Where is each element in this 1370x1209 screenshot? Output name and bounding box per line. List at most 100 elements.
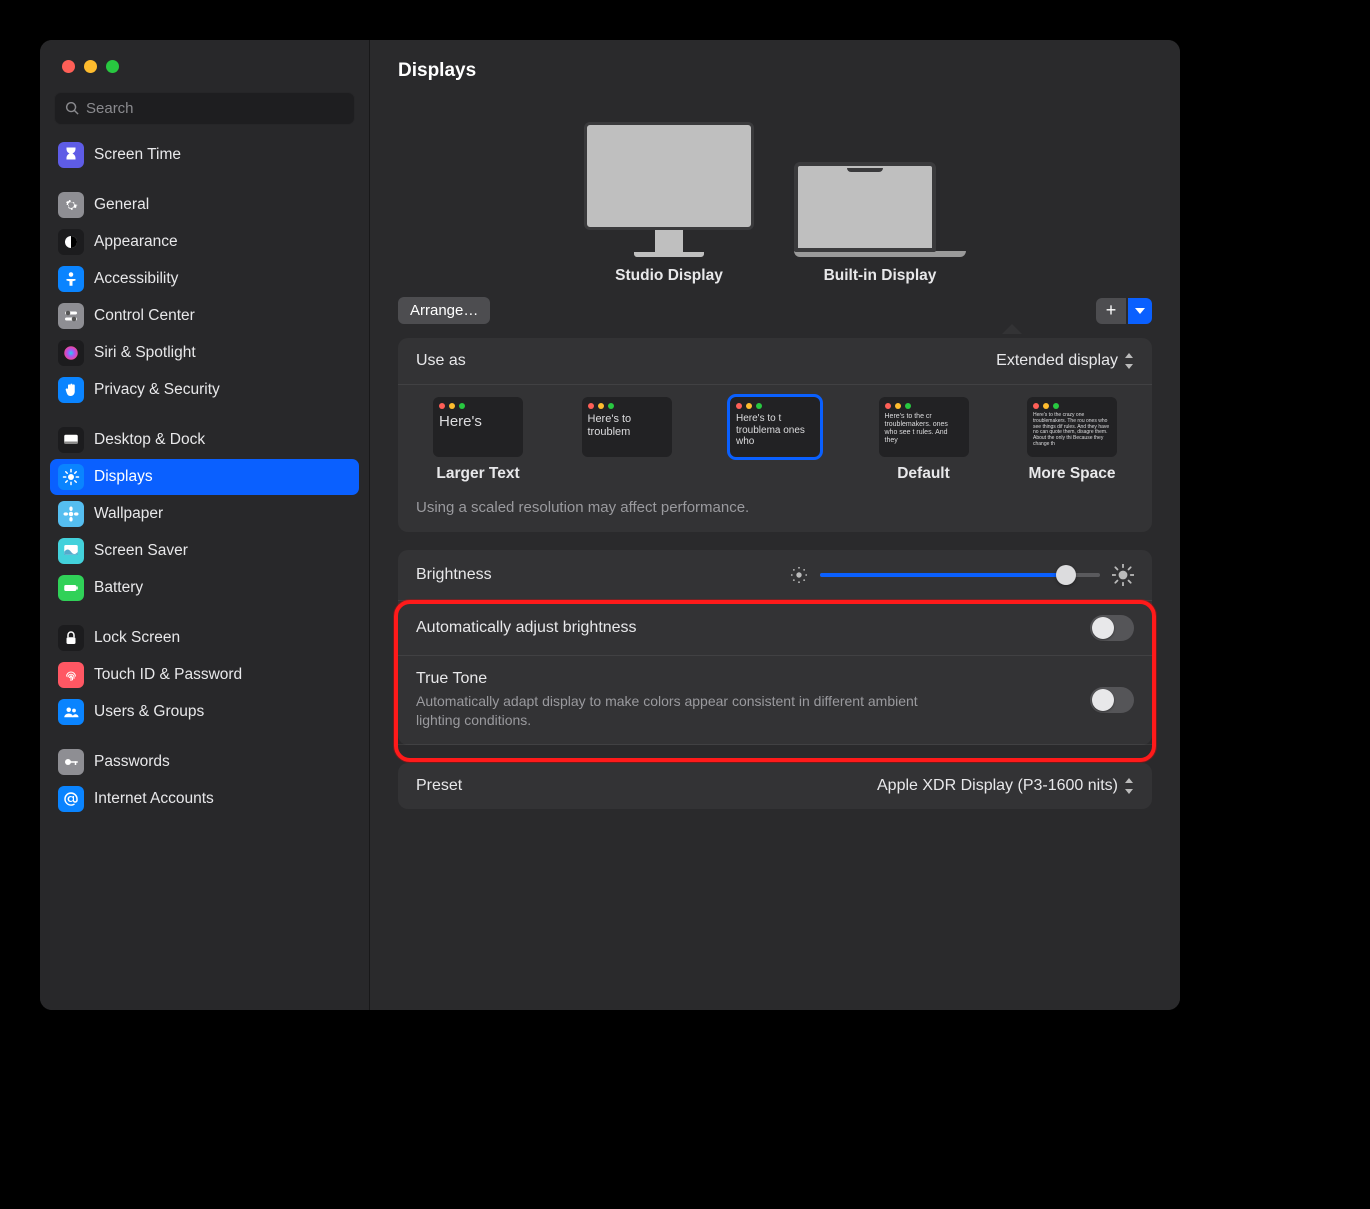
sidebar-item-label: Control Center: [94, 307, 195, 325]
preset-row[interactable]: Preset Apple XDR Display (P3-1600 nits): [398, 763, 1152, 809]
sidebar: Screen Time General Appearance Accessibilit…: [40, 40, 370, 1010]
monitor-icon: [584, 122, 754, 257]
sidebar-item-label: Displays: [94, 468, 153, 486]
contrast-icon: [58, 229, 84, 255]
auto-brightness-label: Automatically adjust brightness: [416, 619, 637, 637]
display-label: Studio Display: [615, 267, 723, 285]
sidebar-item-touch-id-password[interactable]: Touch ID & Password: [50, 657, 359, 693]
at-icon: [58, 786, 84, 812]
sidebar-item-label: Screen Saver: [94, 542, 188, 560]
add-display-button[interactable]: +: [1096, 298, 1126, 324]
preset-label: Preset: [416, 777, 462, 795]
sidebar-item-internet-accounts[interactable]: Internet Accounts: [50, 781, 359, 817]
sidebar-item-general[interactable]: General: [50, 187, 359, 223]
resolution-thumb: Here's: [433, 397, 523, 457]
siri-icon: [58, 340, 84, 366]
zoom-window-button[interactable]: [106, 60, 119, 73]
display-label: Built-in Display: [824, 267, 937, 285]
resolution-option-4[interactable]: Here's to the crazy one troublemakers. T…: [1010, 397, 1134, 485]
display-picker: Studio Display Built-in Display: [398, 122, 1152, 285]
close-window-button[interactable]: [62, 60, 75, 73]
fingerprint-icon: [58, 662, 84, 688]
sidebar-item-label: Desktop & Dock: [94, 431, 205, 449]
resolution-option-1[interactable]: Here's to troublem: [565, 397, 689, 485]
sidebar-item-wallpaper[interactable]: Wallpaper: [50, 496, 359, 532]
resolution-thumb: Here's to troublem: [582, 397, 672, 457]
dock-icon: [58, 427, 84, 453]
use-as-row[interactable]: Use as Extended display: [398, 338, 1152, 385]
sidebar-item-privacy-security[interactable]: Privacy & Security: [50, 372, 359, 408]
preset-value[interactable]: Apple XDR Display (P3-1600 nits): [877, 777, 1134, 795]
updown-icon: [1124, 353, 1134, 369]
sun-high-icon: [1112, 564, 1134, 586]
content-pane: Displays Studio Display Built-in Display: [370, 40, 1180, 1010]
brightness-icon: [58, 464, 84, 490]
sidebar-item-lock-screen[interactable]: Lock Screen: [50, 620, 359, 656]
sidebar-item-label: Appearance: [94, 233, 178, 251]
true-tone-label: True Tone: [416, 670, 956, 688]
sidebar-item-label: Privacy & Security: [94, 381, 220, 399]
resolution-label: Default: [897, 465, 950, 485]
sidebar-item-appearance[interactable]: Appearance: [50, 224, 359, 260]
hourglass-icon: [58, 142, 84, 168]
brightness-row: Brightness: [398, 550, 1152, 601]
search-input[interactable]: [86, 100, 344, 117]
true-tone-row: True Tone Automatically adapt display to…: [398, 656, 1152, 745]
sidebar-item-screen-time[interactable]: Screen Time: [50, 137, 359, 173]
sun-low-icon: [790, 566, 808, 584]
sidebar-item-label: Battery: [94, 579, 143, 597]
sidebar-item-label: Passwords: [94, 753, 170, 771]
figure-icon: [58, 266, 84, 292]
auto-brightness-toggle[interactable]: [1090, 615, 1134, 641]
search-field[interactable]: [54, 92, 355, 125]
resolution-label: More Space: [1028, 465, 1115, 485]
resolution-thumb: Here's to t troublema ones who: [730, 397, 820, 457]
brightness-slider[interactable]: [820, 565, 1100, 585]
sidebar-item-label: Users & Groups: [94, 703, 204, 721]
brightness-label: Brightness: [416, 566, 492, 584]
sidebar-item-label: Accessibility: [94, 270, 178, 288]
sidebar-item-battery[interactable]: Battery: [50, 570, 359, 606]
content-header: Displays: [370, 40, 1180, 94]
sidebar-item-desktop-dock[interactable]: Desktop & Dock: [50, 422, 359, 458]
users-icon: [58, 699, 84, 725]
sidebar-item-label: Wallpaper: [94, 505, 163, 523]
sidebar-item-users-groups[interactable]: Users & Groups: [50, 694, 359, 730]
sidebar-item-control-center[interactable]: Control Center: [50, 298, 359, 334]
auto-brightness-row: Automatically adjust brightness: [398, 601, 1152, 656]
sidebar-item-displays[interactable]: Displays: [50, 459, 359, 495]
preset-panel: Preset Apple XDR Display (P3-1600 nits): [398, 763, 1152, 809]
sidebar-item-accessibility[interactable]: Accessibility: [50, 261, 359, 297]
search-icon: [65, 101, 80, 116]
brightness-panel: Brightness Automatically adjust brightne…: [398, 550, 1152, 745]
sidebar-item-siri-spotlight[interactable]: Siri & Spotlight: [50, 335, 359, 371]
key-icon: [58, 749, 84, 775]
display-studio[interactable]: Studio Display: [584, 122, 754, 285]
true-tone-toggle[interactable]: [1090, 687, 1134, 713]
sidebar-item-label: Lock Screen: [94, 629, 180, 647]
arrange-button[interactable]: Arrange…: [398, 297, 490, 324]
sidebar-item-passwords[interactable]: Passwords: [50, 744, 359, 780]
sidebar-item-screen-saver[interactable]: Screen Saver: [50, 533, 359, 569]
gear-icon: [58, 192, 84, 218]
resolution-thumb: Here's to the crazy one troublemakers. T…: [1027, 397, 1117, 457]
resolution-label: Larger Text: [436, 465, 519, 485]
display-builtin[interactable]: Built-in Display: [794, 162, 966, 285]
sidebar-item-label: Siri & Spotlight: [94, 344, 196, 362]
lock-icon: [58, 625, 84, 651]
use-as-panel: Use as Extended display Here's Larger Tex…: [398, 338, 1152, 532]
use-as-value[interactable]: Extended display: [996, 352, 1134, 370]
add-display-menu[interactable]: [1128, 298, 1152, 324]
sidebar-nav[interactable]: Screen Time General Appearance Accessibilit…: [40, 133, 369, 1010]
sidebar-item-label: Touch ID & Password: [94, 666, 242, 684]
screensaver-icon: [58, 538, 84, 564]
resolution-thumb: Here's to the cr troublemakers. ones who…: [879, 397, 969, 457]
resolution-hint: Using a scaled resolution may affect per…: [398, 495, 1152, 532]
resolution-option-2[interactable]: Here's to t troublema ones who: [713, 397, 837, 485]
resolution-options: Here's Larger Text Here's to troublem Here'…: [398, 385, 1152, 495]
resolution-option-0[interactable]: Here's Larger Text: [416, 397, 540, 485]
laptop-icon: [794, 162, 966, 257]
battery-icon: [58, 575, 84, 601]
minimize-window-button[interactable]: [84, 60, 97, 73]
resolution-option-3[interactable]: Here's to the cr troublemakers. ones who…: [862, 397, 986, 485]
